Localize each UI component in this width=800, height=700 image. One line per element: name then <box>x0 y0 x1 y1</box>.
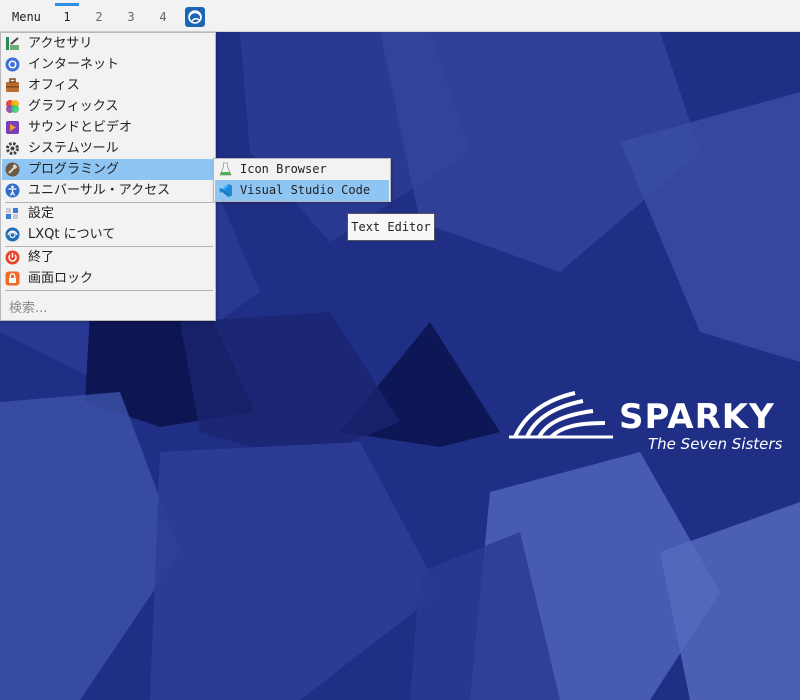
menu-item-label: 終了 <box>28 250 55 265</box>
menu-item-settings[interactable]: 設定 <box>2 203 214 224</box>
tooltip: Text Editor <box>347 213 435 241</box>
programming-submenu: Icon Browser Visual Studio Code <box>213 158 391 202</box>
vscode-icon <box>219 184 232 197</box>
menu-item-label: アクセサリ <box>28 36 93 51</box>
workspace-1-button[interactable]: 1 <box>55 3 79 24</box>
sparky-logo: SPARKY The Seven Sisters <box>505 377 800 457</box>
menu-item-label: グラフィックス <box>28 99 119 114</box>
menu-item-label: システムツール <box>28 141 119 156</box>
workspace-3-button[interactable]: 3 <box>119 10 143 24</box>
power-icon <box>5 250 20 265</box>
flask-icon <box>219 162 232 176</box>
sparky-swirl-icon[interactable] <box>185 7 205 27</box>
menu-separator <box>5 290 213 291</box>
menu-item-internet[interactable]: インターネット <box>2 54 214 75</box>
universal-access-icon <box>5 183 20 198</box>
internet-icon <box>5 57 20 72</box>
menu-item-graphics[interactable]: グラフィックス <box>2 96 214 117</box>
accessories-icon <box>6 37 19 50</box>
menu-item-visual-studio-code[interactable]: Visual Studio Code <box>215 180 389 201</box>
menu-item-about-lxqt[interactable]: LXQt について <box>2 224 214 245</box>
system-tools-icon <box>6 142 19 155</box>
programming-icon <box>5 162 20 177</box>
menu-item-universal-access[interactable]: ユニバーサル・アクセス <box>2 180 214 201</box>
menu-item-label: ユニバーサル・アクセス <box>28 183 171 198</box>
menu-item-label: LXQt について <box>28 227 116 242</box>
menu-item-label: Icon Browser <box>240 162 327 176</box>
workspace-2-button[interactable]: 2 <box>87 10 111 24</box>
menu-item-shutdown[interactable]: 終了 <box>2 247 214 268</box>
menu-item-label: オフィス <box>28 78 80 93</box>
lxqt-icon <box>5 227 20 242</box>
top-panel: Menu 1 2 3 4 <box>0 0 800 32</box>
menu-item-lock-screen[interactable]: 画面ロック <box>2 268 214 289</box>
office-icon <box>6 78 19 92</box>
sparky-swirl-logo-icon <box>509 391 613 439</box>
menu-item-label: プログラミング <box>28 162 120 177</box>
menu-button[interactable]: Menu <box>12 10 41 24</box>
menu-item-label: Visual Studio Code <box>240 183 371 197</box>
sound-video-icon <box>6 121 19 134</box>
graphics-icon <box>6 100 19 113</box>
search-field[interactable]: 検索... <box>9 297 47 316</box>
lock-icon <box>5 271 20 286</box>
logo-wordmark: SPARKY <box>619 397 775 437</box>
menu-item-label: 設定 <box>28 206 55 221</box>
menu-item-label: インターネット <box>28 57 120 72</box>
menu-item-label: サウンドとビデオ <box>28 120 133 135</box>
menu-item-office[interactable]: オフィス <box>2 75 214 96</box>
menu-item-system-tools[interactable]: システムツール <box>2 138 214 159</box>
menu-item-sound-video[interactable]: サウンドとビデオ <box>2 117 214 138</box>
menu-item-accessories[interactable]: アクセサリ <box>2 33 214 54</box>
menu-item-programming[interactable]: プログラミング <box>2 159 214 180</box>
settings-icon <box>6 208 18 219</box>
application-menu: アクセサリ インターネット オフィス グラフィックス サウンドとビデオ システム… <box>0 32 216 321</box>
menu-item-label: 画面ロック <box>28 271 94 286</box>
menu-item-icon-browser[interactable]: Icon Browser <box>215 159 389 180</box>
workspace-4-button[interactable]: 4 <box>151 10 175 24</box>
logo-tagline: The Seven Sisters <box>648 435 783 453</box>
